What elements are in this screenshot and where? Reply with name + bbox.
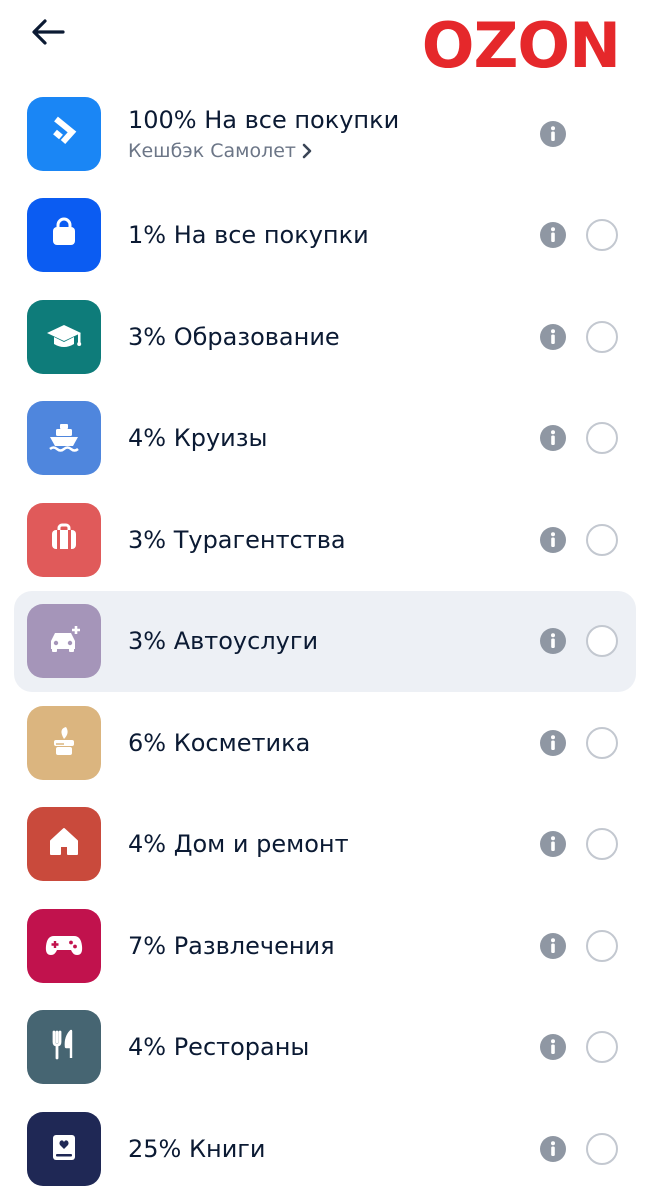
cashback-category-row-1[interactable]: 1% На все покупки: [0, 185, 650, 287]
graduation-cap-icon: [43, 315, 85, 359]
cashback-category-row-7[interactable]: 4% Дом и ремонт: [0, 794, 650, 896]
cashback-category-row-0[interactable]: 100% На все покупки Кешбэк Самолет: [0, 83, 650, 185]
select-radio[interactable]: [586, 523, 618, 556]
select-radio[interactable]: [586, 828, 618, 861]
suitcase-icon: [44, 518, 84, 562]
category-title: 25% Книги: [128, 1134, 266, 1163]
info-icon[interactable]: [539, 830, 567, 858]
category-title: 3% Автоуслуги: [128, 627, 319, 656]
category-tile: [27, 96, 101, 171]
category-title: 1% На все покупки: [128, 221, 369, 250]
select-radio[interactable]: [586, 726, 618, 759]
category-title: 7% Развлечения: [128, 931, 335, 960]
header: OZON: [0, 0, 650, 92]
cashback-category-row-10[interactable]: 25% Книги: [0, 1098, 650, 1200]
category-tile: [27, 299, 101, 374]
select-radio[interactable]: [586, 1031, 618, 1064]
cashback-category-row-2[interactable]: 3% Образование: [0, 286, 650, 388]
category-tile: [27, 604, 101, 679]
cosmetics-jar-icon: [44, 721, 84, 765]
category-text: 3% Образование: [128, 322, 518, 352]
gamepad-icon: [45, 935, 83, 955]
category-title: 4% Круизы: [128, 424, 268, 453]
shopping-bag-icon: [53, 217, 75, 246]
cosmetics-jar-icon: [54, 726, 74, 755]
info-icon[interactable]: [539, 627, 567, 655]
category-tile: [27, 807, 101, 882]
category-tile: [27, 1111, 101, 1186]
category-text: 4% Круизы: [128, 423, 518, 453]
category-tile: [27, 705, 101, 780]
select-radio[interactable]: [586, 1132, 618, 1165]
category-title: 6% Косметика: [128, 728, 311, 757]
category-text: 4% Дом и ремонт: [128, 829, 518, 859]
fork-knife-icon: [44, 1025, 84, 1069]
info-icon[interactable]: [539, 1135, 567, 1163]
category-text: 3% Автоуслуги: [128, 626, 518, 656]
select-radio[interactable]: [586, 422, 618, 455]
category-tile: [27, 401, 101, 476]
graduation-cap-icon: [47, 324, 82, 347]
ship-icon: [43, 416, 85, 460]
cashback-category-row-4[interactable]: 3% Турагентства: [0, 489, 650, 591]
category-text: 1% На все покупки: [128, 220, 518, 250]
info-icon[interactable]: [539, 1033, 567, 1061]
info-icon[interactable]: [539, 424, 567, 452]
category-title: 3% Образование: [128, 322, 340, 351]
category-title: 100% На все покупки: [128, 105, 400, 134]
ship-icon: [49, 424, 79, 452]
ozon-logo: OZON: [421, 9, 621, 82]
category-text: 4% Рестораны: [128, 1032, 518, 1062]
select-radio[interactable]: [586, 625, 618, 658]
category-tile: [27, 198, 101, 273]
book-icon: [44, 1127, 84, 1171]
category-title: 3% Турагентства: [128, 525, 346, 554]
info-icon[interactable]: [539, 932, 567, 960]
category-tile: [27, 908, 101, 983]
samolet-logo-icon: [44, 112, 84, 156]
cashback-category-row-9[interactable]: 4% Рестораны: [0, 997, 650, 1099]
house-icon: [50, 828, 78, 856]
cashback-category-row-5[interactable]: 3% Автоуслуги: [0, 590, 650, 693]
chevron-right-icon: [302, 143, 312, 159]
category-subtitle: Кешбэк Самолет: [128, 139, 296, 162]
shopping-bag-icon: [44, 213, 84, 257]
select-radio[interactable]: [586, 929, 618, 962]
info-icon[interactable]: [539, 729, 567, 757]
cashback-category-row-6[interactable]: 6% Косметика: [0, 692, 650, 794]
select-radio[interactable]: [586, 320, 618, 353]
category-subtitle-link[interactable]: Кешбэк Самолет: [128, 139, 518, 163]
category-text: 25% Книги: [128, 1134, 518, 1164]
arrow-left-icon: [32, 19, 65, 45]
samolet-logo-icon: [53, 116, 77, 144]
book-icon: [53, 1134, 75, 1160]
car-plus-icon: [51, 626, 80, 653]
car-plus-icon: [42, 619, 86, 663]
category-tile: [27, 1010, 101, 1085]
category-title: 4% Рестораны: [128, 1033, 310, 1062]
info-icon[interactable]: [539, 221, 567, 249]
category-title: 4% Дом и ремонт: [128, 830, 349, 859]
select-radio[interactable]: [586, 219, 618, 252]
category-text: 6% Косметика: [128, 728, 518, 758]
suitcase-icon: [52, 523, 76, 549]
info-icon[interactable]: [539, 526, 567, 554]
gamepad-icon: [42, 924, 86, 968]
info-icon[interactable]: [539, 323, 567, 351]
cashback-category-row-8[interactable]: 7% Развлечения: [0, 895, 650, 997]
info-icon[interactable]: [539, 120, 567, 148]
fork-knife-icon: [52, 1030, 73, 1060]
category-tile: [27, 502, 101, 577]
category-text: 100% На все покупки Кешбэк Самолет: [128, 105, 518, 163]
cashback-category-row-3[interactable]: 4% Круизы: [0, 388, 650, 490]
category-text: 7% Развлечения: [128, 931, 518, 961]
cashback-category-list: 100% На все покупки Кешбэк Самолет 1% На…: [0, 83, 650, 1200]
back-button[interactable]: [26, 12, 70, 52]
house-icon: [44, 822, 84, 866]
category-text: 3% Турагентства: [128, 525, 518, 555]
